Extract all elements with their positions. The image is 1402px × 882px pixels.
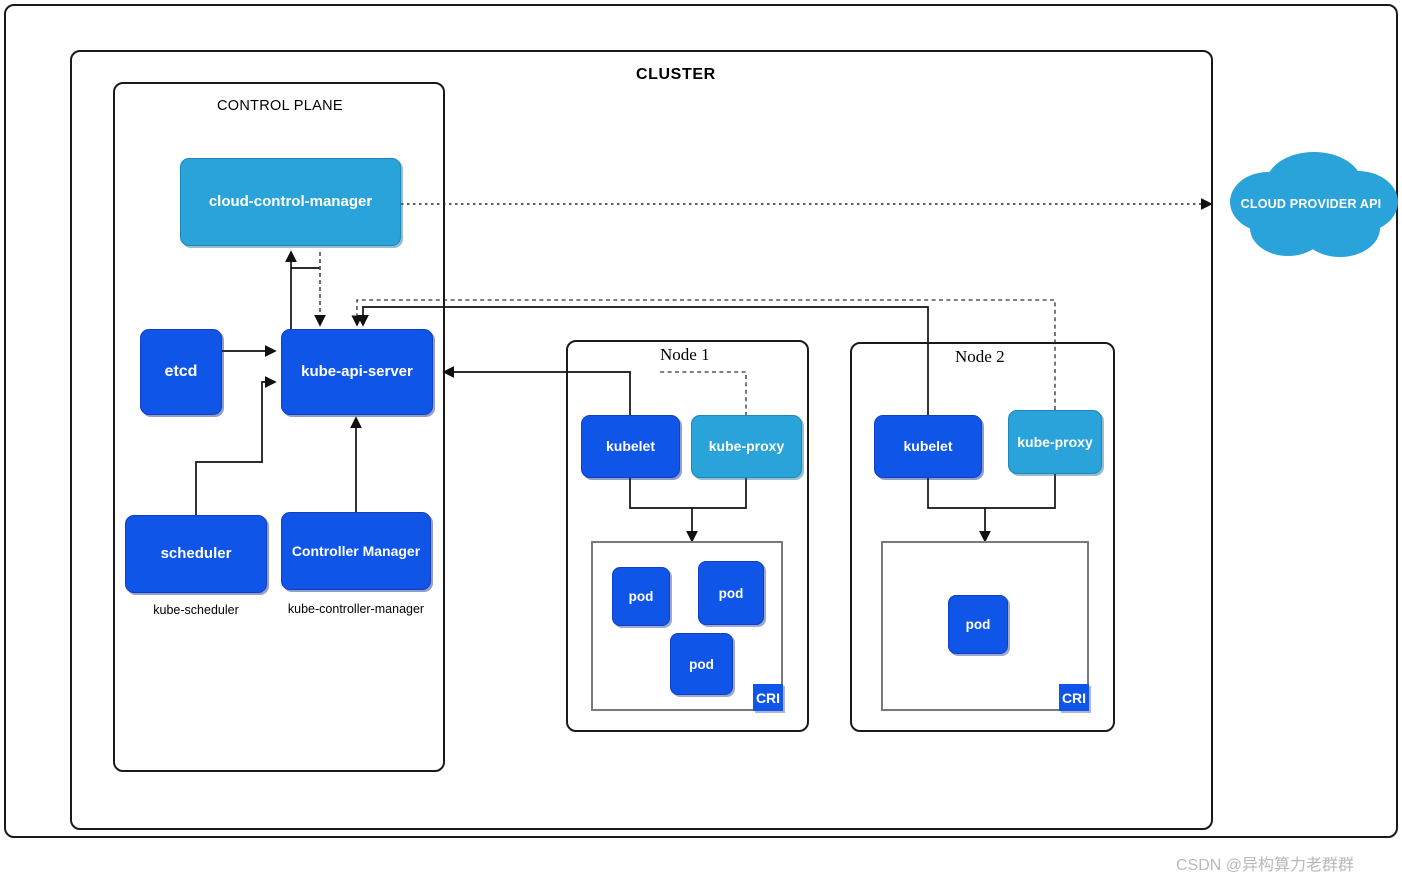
node-1-kubelet-box[interactable]: kubelet <box>581 415 680 478</box>
node-1-pod-3-label: pod <box>689 657 714 672</box>
node-2-kubelet-label: kubelet <box>903 438 952 454</box>
node-2-cri-badge: CRI <box>1059 684 1089 711</box>
node-2-pod-1-label: pod <box>966 617 991 632</box>
node-1-pod-3[interactable]: pod <box>670 633 733 695</box>
node-1-pod-2-label: pod <box>719 586 744 601</box>
node-2-kube-proxy-label: kube-proxy <box>1017 434 1092 450</box>
scheduler-box[interactable]: scheduler <box>125 515 267 593</box>
kube-api-server-label: kube-api-server <box>301 363 413 380</box>
node-1-title: Node 1 <box>660 345 710 365</box>
watermark: CSDN @异构算力老群群 <box>1176 851 1354 875</box>
scheduler-caption: kube-scheduler <box>125 603 267 617</box>
controller-manager-label: Controller Manager <box>292 543 420 559</box>
node-1-cri-badge: CRI <box>753 684 783 711</box>
node-1-pod-2[interactable]: pod <box>698 561 764 625</box>
node-2-cri-label: CRI <box>1062 690 1086 706</box>
cluster-title: CLUSTER <box>636 66 716 84</box>
node-1-kube-proxy-label: kube-proxy <box>709 438 784 454</box>
node-1-kube-proxy-box[interactable]: kube-proxy <box>691 415 802 478</box>
kube-api-server-box[interactable]: kube-api-server <box>281 329 433 415</box>
node-2-kubelet-box[interactable]: kubelet <box>874 415 982 478</box>
control-plane-title: CONTROL PLANE <box>217 98 343 114</box>
cloud-provider-api[interactable]: CLOUD PROVIDER API <box>1222 140 1400 268</box>
node-1-pod-1-label: pod <box>629 589 654 604</box>
scheduler-label: scheduler <box>161 545 232 562</box>
cloud-control-manager-label: cloud-control-manager <box>209 193 372 210</box>
controller-manager-caption: kube-controller-manager <box>281 602 431 616</box>
etcd-label: etcd <box>165 363 198 381</box>
diagram-canvas: CLUSTER CONTROL PLANE cloud-control-mana… <box>0 0 1402 882</box>
cloud-provider-api-label: CLOUD PROVIDER API <box>1222 197 1400 211</box>
node-2-kube-proxy-box[interactable]: kube-proxy <box>1008 410 1102 474</box>
node-1-pod-1[interactable]: pod <box>612 567 670 626</box>
node-1-cri-label: CRI <box>756 690 780 706</box>
node-2-pod-1[interactable]: pod <box>948 595 1008 654</box>
cloud-control-manager-box[interactable]: cloud-control-manager <box>180 158 401 246</box>
node-1-kubelet-label: kubelet <box>606 438 655 454</box>
controller-manager-box[interactable]: Controller Manager <box>281 512 431 590</box>
etcd-box[interactable]: etcd <box>140 329 222 415</box>
node-2-title: Node 2 <box>955 347 1005 367</box>
